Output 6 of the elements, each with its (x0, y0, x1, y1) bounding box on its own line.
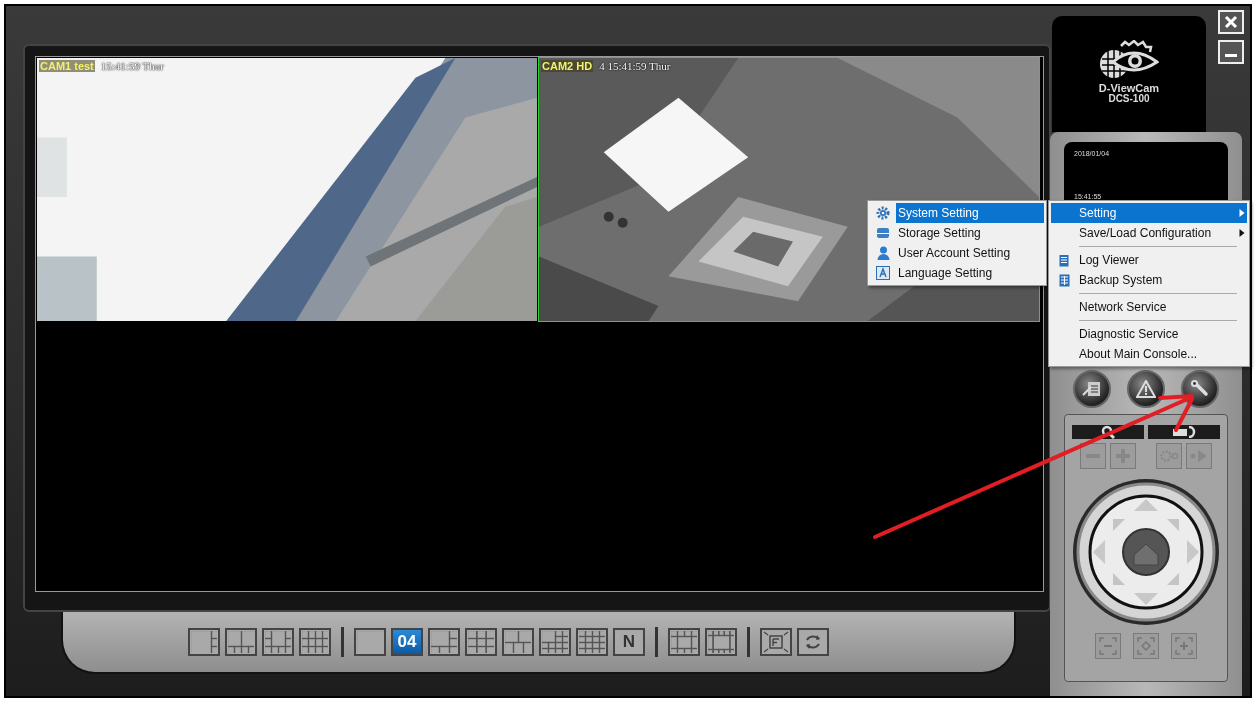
camera-timestamp: 15:41:59 Thur (100, 60, 164, 72)
model-text: DCS-100 (1108, 94, 1150, 104)
camera-label: CAM2 HD (541, 60, 594, 72)
camera-timestamp: 4 15:41:59 Thur (599, 60, 671, 72)
logo-text: D-ViewCam (1098, 82, 1160, 94)
camera-label: CAM1 test (39, 60, 95, 72)
